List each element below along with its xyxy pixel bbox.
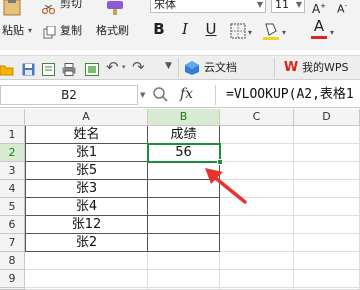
red-arrow-annotation bbox=[205, 168, 247, 204]
